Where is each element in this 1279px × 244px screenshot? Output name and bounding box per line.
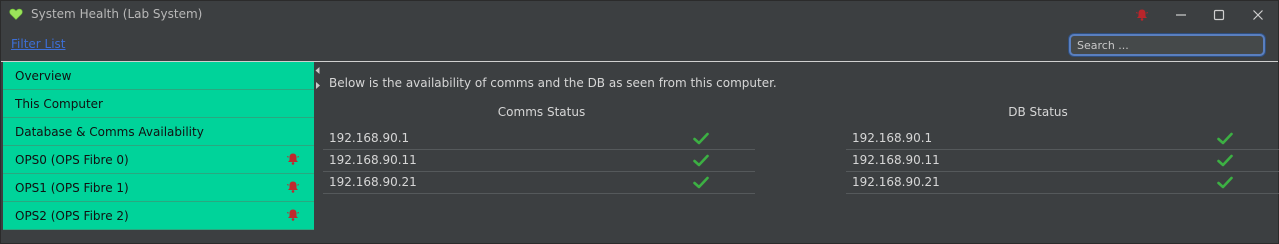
checkmark-icon <box>693 176 709 189</box>
checkmark-icon <box>1217 154 1233 167</box>
alarm-bell-icon <box>286 181 300 193</box>
ip-address: 192.168.90.1 <box>329 131 410 145</box>
checkmark-icon <box>1217 132 1233 145</box>
title-bar[interactable]: System Health (Lab System) <box>1 1 1278 29</box>
app-window: System Health (Lab System) Filter List O… <box>0 0 1279 244</box>
ip-address: 192.168.90.21 <box>852 175 940 189</box>
table-row: 192.168.90.11 <box>846 150 1279 172</box>
ip-address: 192.168.90.21 <box>329 175 417 189</box>
toolbar: Filter List <box>1 29 1278 61</box>
alarm-bell-icon <box>1135 9 1149 21</box>
table-row: 192.168.90.21 <box>846 172 1279 194</box>
close-icon <box>1253 10 1263 20</box>
ip-address: 192.168.90.11 <box>852 153 940 167</box>
sidebar-item-label: This Computer <box>15 97 103 111</box>
search-input[interactable] <box>1077 37 1257 53</box>
maximize-icon <box>1213 9 1225 21</box>
alarm-bell-icon <box>286 153 300 165</box>
sidebar-item-label: OPS0 (OPS Fibre 0) <box>15 153 129 167</box>
minimize-button[interactable] <box>1161 1 1201 29</box>
sidebar: Overview This Computer Database & Comms … <box>3 62 314 230</box>
comms-status-title: Comms Status <box>497 105 586 119</box>
sidebar-item-label: OPS2 (OPS Fibre 2) <box>15 209 129 223</box>
expand-right-icon <box>316 82 320 89</box>
table-row: 192.168.90.11 <box>323 150 755 172</box>
checkmark-icon <box>693 154 709 167</box>
sidebar-item-ops2[interactable]: OPS2 (OPS Fibre 2) <box>3 202 314 230</box>
window-title: System Health (Lab System) <box>31 7 203 21</box>
minimize-icon <box>1176 14 1186 16</box>
sidebar-item-label: Database & Comms Availability <box>15 125 204 139</box>
sidebar-item-label: OPS1 (OPS Fibre 1) <box>15 181 129 195</box>
table-row: 192.168.90.1 <box>846 128 1279 150</box>
checkmark-icon <box>693 132 709 145</box>
sidebar-item-this-computer[interactable]: This Computer <box>3 90 314 118</box>
intro-text: Below is the availability of comms and t… <box>329 76 777 90</box>
collapse-left-icon <box>315 67 320 74</box>
search-box[interactable] <box>1069 34 1265 56</box>
db-status-table: 192.168.90.1 192.168.90.11 192.168.90.21 <box>846 128 1279 194</box>
sidebar-item-label: Overview <box>15 69 72 83</box>
maximize-button[interactable] <box>1199 1 1239 29</box>
ip-address: 192.168.90.11 <box>329 153 417 167</box>
table-row: 192.168.90.1 <box>323 128 755 150</box>
comms-status-table: 192.168.90.1 192.168.90.11 192.168.90.21 <box>323 128 755 194</box>
heart-icon <box>9 8 23 20</box>
table-row: 192.168.90.21 <box>323 172 755 194</box>
close-button[interactable] <box>1238 1 1278 29</box>
sidebar-item-ops1[interactable]: OPS1 (OPS Fibre 1) <box>3 174 314 202</box>
split-pane-arrows[interactable] <box>314 65 322 95</box>
checkmark-icon <box>1217 176 1233 189</box>
sidebar-item-db-comms[interactable]: Database & Comms Availability <box>3 118 314 146</box>
db-status-title: DB Status <box>1008 105 1068 119</box>
filter-list-link[interactable]: Filter List <box>11 37 66 51</box>
sidebar-item-ops0[interactable]: OPS0 (OPS Fibre 0) <box>3 146 314 174</box>
sidebar-item-overview[interactable]: Overview <box>3 62 314 90</box>
ip-address: 192.168.90.1 <box>852 131 933 145</box>
alarm-bell-icon <box>286 209 300 221</box>
